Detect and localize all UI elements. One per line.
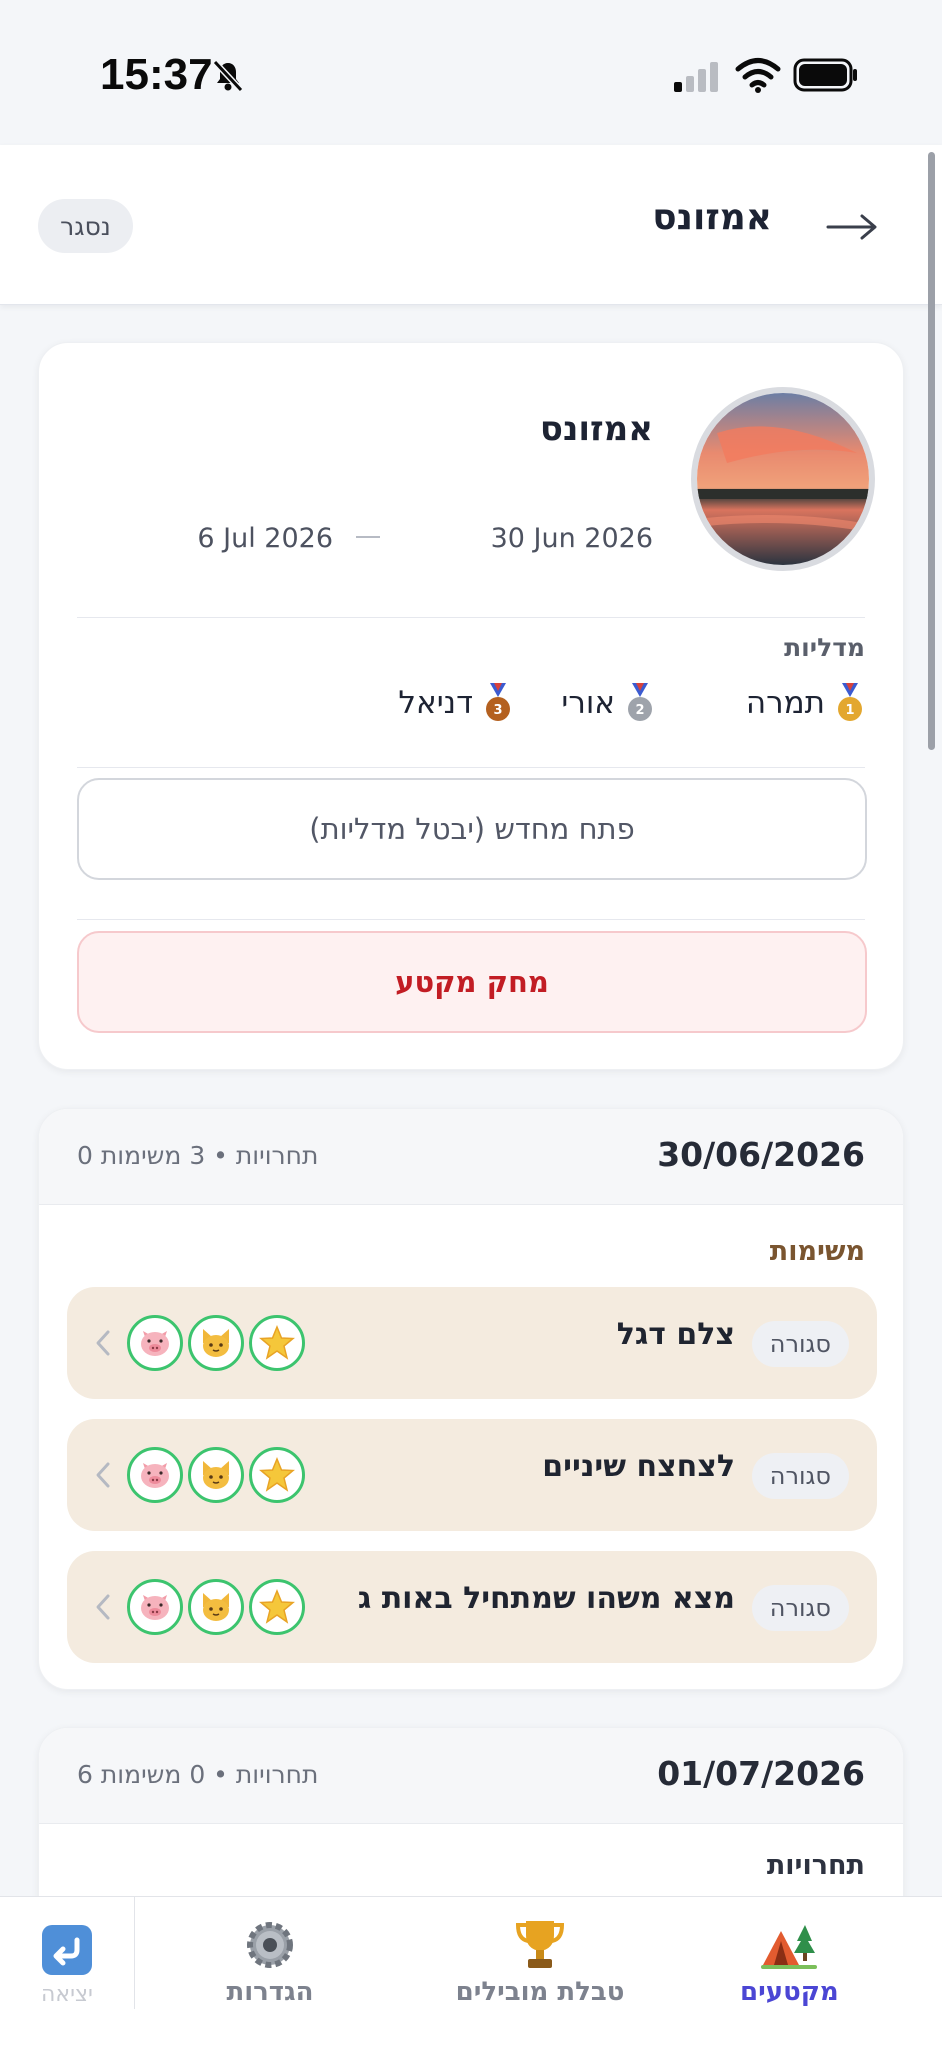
missions-section-label: משימות [769,1236,865,1267]
event-avatar [691,387,875,571]
divider [77,617,865,618]
mission-row[interactable]: סגורה צלם דגל [67,1287,877,1399]
back-arrow-icon[interactable] [826,207,878,247]
medal-entry-bronze: 3 דניאל [398,683,513,723]
divider [77,919,865,920]
event-name: אמזונס [539,409,653,449]
start-date: 30 Jun 2026 [490,523,653,554]
mission-title: מצא משהו שמתחיל באות ג [357,1581,735,1616]
chevron-left-icon [96,1594,110,1620]
day-summary: 6 תחרויות • 0 משימות [77,1760,319,1789]
chevron-left-icon [96,1330,110,1356]
medal-winner-name: דניאל [398,685,473,721]
closed-status-chip: נסגר [38,199,133,253]
svg-text:3: 3 [493,703,502,718]
medals-title: מדליות [784,633,865,662]
mission-status-chip: סגורה [751,1453,849,1499]
day-header[interactable]: 30/06/2026 0 תחרויות • 3 משימות [39,1109,903,1205]
tab-segments[interactable]: מקטעים [740,1897,839,2007]
reopen-button[interactable]: פתח מחדש (יבטל מדליות) [77,778,867,880]
tab-leaderboard[interactable]: טבלת מובילים [440,1897,640,2007]
date-range-dash [356,536,380,538]
tent-icon [761,1925,818,1969]
day-summary: 0 תחרויות • 3 משימות [77,1141,319,1170]
day-card: 30/06/2026 0 תחרויות • 3 משימות משימות ס… [38,1108,904,1690]
tab-label: יציאה [41,1982,93,2007]
gold-medal-icon: 1 [838,683,862,721]
tab-exit[interactable]: יציאה [20,1897,114,2007]
star-avatar-icon [249,1579,305,1635]
divider [77,767,865,768]
trophy-icon [515,1921,565,1968]
mission-row[interactable]: סגורה מצא משהו שמתחיל באות ג [67,1551,877,1663]
mission-title: צלם דגל [616,1317,735,1352]
end-date: 6 Jul 2026 [197,523,333,554]
svg-text:2: 2 [635,703,644,718]
tab-label: טבלת מובילים [455,1977,625,2007]
bell-off-icon [212,59,244,93]
silver-medal-icon: 2 [628,683,652,721]
status-bar: 15:37 [0,0,942,145]
challenges-section-label: תחרויות [766,1850,865,1881]
medal-winner-name: תמרה [745,685,825,721]
delete-segment-button[interactable]: מחק מקטע [77,931,867,1033]
page-title: אמזונס [652,197,772,238]
mission-title: לצחצח שיניים [542,1449,735,1484]
scrollbar[interactable] [928,152,935,750]
pig-avatar-icon [127,1447,183,1503]
tab-divider [134,1897,135,2009]
signal-icon [674,62,718,92]
medal-entry-gold: 1 תמרה [746,683,865,723]
tab-label: מקטעים [740,1977,839,2007]
medal-entry-silver: 2 אורי [561,683,655,723]
medal-winner-name: אורי [561,685,615,721]
cat-avatar-icon [188,1315,244,1371]
pig-avatar-icon [127,1315,183,1371]
cat-avatar-icon [188,1447,244,1503]
pig-avatar-icon [127,1579,183,1635]
sunset-image [697,393,869,565]
star-avatar-icon [249,1447,305,1503]
day-date: 01/07/2026 [657,1754,865,1793]
wifi-icon [735,58,781,93]
event-card: אמזונס 30 Jun 2026 6 Jul 2026 מדליות 1 ת… [38,342,904,1070]
mission-status-chip: סגורה [751,1321,849,1367]
battery-icon [793,58,857,92]
tab-settings[interactable]: הגדרות [200,1897,340,2007]
mission-row[interactable]: סגורה לצחצח שיניים [67,1419,877,1531]
status-time: 15:37 [100,50,213,99]
gear-icon [247,1922,293,1968]
svg-text:1: 1 [845,703,854,718]
nav-header: נסגר אמזונס [0,145,942,305]
day-header[interactable]: 01/07/2026 6 תחרויות • 0 משימות [39,1728,903,1824]
chevron-left-icon [96,1462,110,1488]
bronze-medal-icon: 3 [486,683,510,721]
mission-status-chip: סגורה [751,1585,849,1631]
tab-bar: יציאה הגדרות טבלת מובילים מקטעים [0,1896,942,2048]
tab-label: הגדרות [226,1977,314,2007]
day-date: 30/06/2026 [657,1135,865,1174]
exit-icon [42,1925,92,1975]
cat-avatar-icon [188,1579,244,1635]
star-avatar-icon [249,1315,305,1371]
